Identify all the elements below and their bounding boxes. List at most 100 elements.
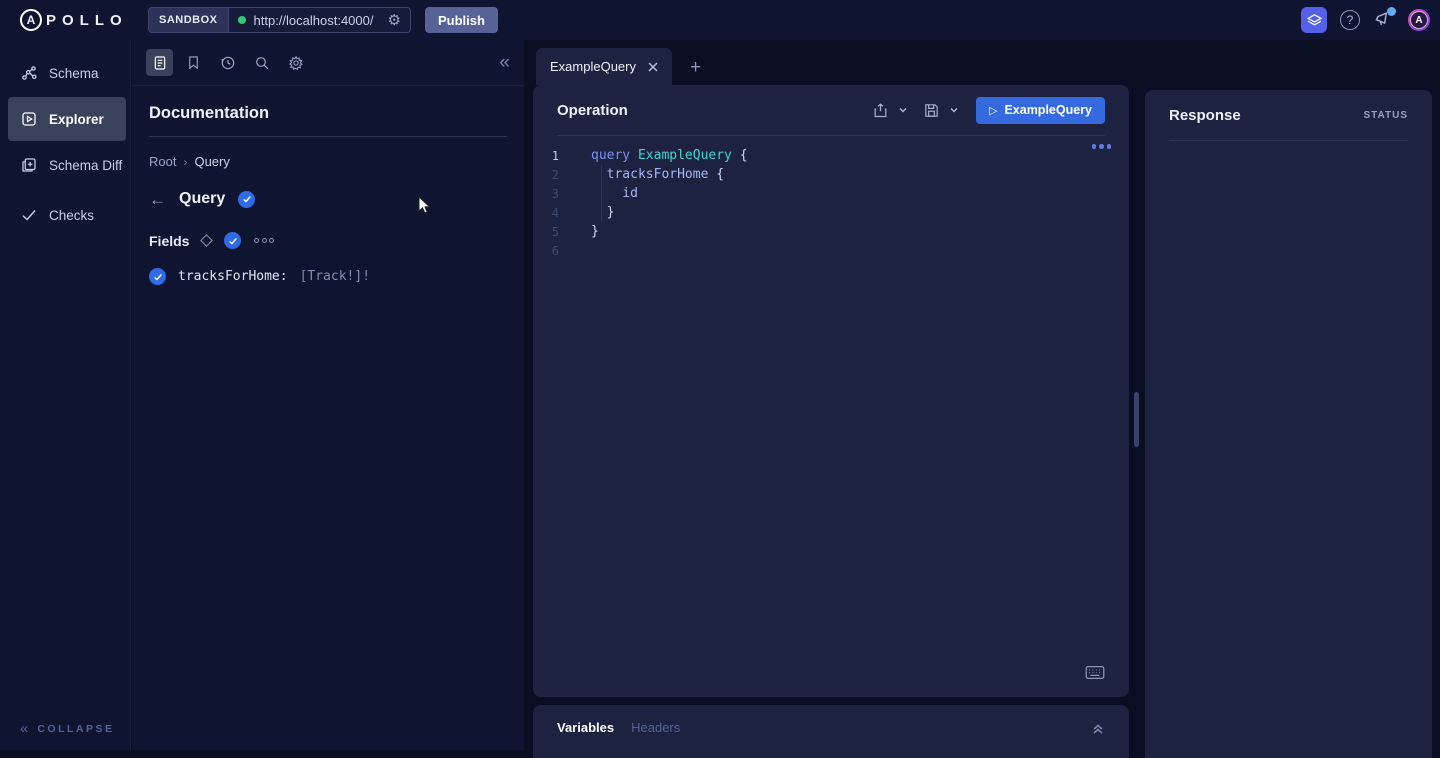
top-bar: A POLLO SANDBOX http://localhost:4000/ ⚙…: [0, 0, 1440, 40]
code-lines: 1query ExampleQuery {2 tracksForHome {3 …: [533, 146, 1129, 260]
type-selected-check[interactable]: [238, 191, 255, 208]
docs-collapse-button[interactable]: «: [499, 53, 510, 72]
panel-resize-handle[interactable]: [1134, 392, 1139, 447]
sidebar-item-schema[interactable]: Schema: [8, 54, 126, 92]
endpoint-url-box[interactable]: http://localhost:4000/ ⚙: [229, 8, 410, 32]
sandbox-cube-icon: [1306, 12, 1323, 29]
explorer-settings-button[interactable]: [282, 49, 309, 76]
share-export-icon: [872, 102, 889, 119]
line-number: 3: [533, 187, 573, 201]
code-line[interactable]: 2 tracksForHome {: [533, 165, 1129, 184]
tab-close-icon[interactable]: [648, 62, 658, 72]
sidebar-collapse-button[interactable]: « COLLAPSE: [0, 721, 130, 736]
double-chevron-up-icon: [1091, 721, 1105, 735]
breadcrumb-separator: ›: [183, 155, 187, 169]
gear-icon: [288, 55, 304, 71]
fields-selected-check[interactable]: [224, 232, 241, 249]
graphql-editor[interactable]: 1query ExampleQuery {2 tracksForHome {3 …: [533, 136, 1129, 260]
save-operation-button[interactable]: [923, 102, 940, 119]
sidebar-item-explorer[interactable]: Explorer: [8, 97, 126, 141]
code-content: }: [591, 224, 599, 239]
sandbox-badge: SANDBOX: [149, 8, 229, 32]
field-selected-check[interactable]: [149, 268, 166, 285]
variables-panel: Variables Headers: [533, 705, 1129, 758]
document-icon: [152, 55, 168, 71]
operation-history-button[interactable]: [214, 49, 241, 76]
history-clock-icon: [220, 55, 236, 71]
editor-options-menu[interactable]: [1092, 144, 1112, 149]
code-line[interactable]: 3 id: [533, 184, 1129, 203]
apollo-logo: A POLLO: [20, 9, 128, 31]
line-number: 5: [533, 225, 573, 239]
status-label: STATUS: [1363, 110, 1408, 121]
notification-dot: [1387, 7, 1396, 16]
announcements-button[interactable]: [1373, 9, 1395, 31]
left-nav-sidebar: Schema Explorer Schema Diff Checks « COL…: [0, 40, 131, 750]
user-avatar[interactable]: A: [1408, 9, 1430, 31]
operation-panel-title: Operation: [557, 102, 628, 119]
share-dropdown-chevron[interactable]: [898, 105, 908, 115]
endpoint-url[interactable]: http://localhost:4000/: [254, 13, 374, 28]
breadcrumb-current: Query: [194, 154, 229, 169]
indent-guide: [601, 165, 602, 222]
share-operation-button[interactable]: [872, 102, 889, 119]
code-content: id: [591, 186, 638, 201]
code-content: query ExampleQuery {: [591, 148, 748, 163]
run-operation-button[interactable]: ▷ ExampleQuery: [976, 97, 1105, 124]
code-line[interactable]: 1query ExampleQuery {: [533, 146, 1129, 165]
apollo-logo-a: A: [20, 9, 42, 31]
publish-button[interactable]: Publish: [425, 7, 498, 33]
sidebar-item-label: Explorer: [49, 112, 104, 127]
keyboard-shortcuts-button[interactable]: [1085, 665, 1105, 685]
play-icon: ▷: [989, 104, 997, 117]
breadcrumb-root[interactable]: Root: [149, 154, 176, 169]
schema-graph-icon: [20, 64, 38, 82]
sidebar-item-label: Checks: [49, 208, 94, 223]
documentation-tab-button[interactable]: [146, 49, 173, 76]
connection-settings-gear-icon[interactable]: ⚙: [388, 13, 401, 28]
line-number: 6: [533, 244, 573, 258]
expand-panel-chevrons[interactable]: [1091, 721, 1105, 735]
saved-operations-button[interactable]: [180, 49, 207, 76]
chevron-down-icon: [949, 105, 959, 115]
field-row-tracksforhome[interactable]: tracksForHome: [Track!]!: [149, 268, 507, 285]
sidebar-item-schema-diff[interactable]: Schema Diff: [8, 146, 126, 184]
search-schema-button[interactable]: [248, 49, 275, 76]
keyboard-icon: [1085, 665, 1105, 680]
field-name[interactable]: tracksForHome:: [178, 269, 288, 284]
connection-status-dot: [238, 16, 246, 24]
search-icon: [254, 55, 270, 71]
code-line[interactable]: 4 }: [533, 203, 1129, 222]
new-tab-button[interactable]: +: [690, 58, 701, 77]
checkmark-icon: [20, 206, 38, 224]
back-arrow-icon[interactable]: ←: [149, 191, 166, 208]
tab-examplequery[interactable]: ExampleQuery: [536, 48, 672, 85]
help-button[interactable]: ?: [1340, 10, 1360, 30]
explorer-play-icon: [20, 110, 38, 128]
tab-headers[interactable]: Headers: [631, 720, 680, 735]
fields-section-label: Fields: [149, 233, 189, 249]
field-type[interactable]: [Track!]!: [300, 269, 370, 284]
collapse-label: COLLAPSE: [37, 723, 114, 735]
tab-label: ExampleQuery: [550, 59, 636, 74]
collapse-chevrons-icon: «: [20, 721, 28, 736]
sidebar-item-checks[interactable]: Checks: [8, 196, 126, 234]
code-line[interactable]: 5}: [533, 222, 1129, 241]
main-area: ExampleQuery + Operation: [524, 40, 1440, 750]
sidebar-item-label: Schema: [49, 66, 99, 81]
divider: [149, 136, 507, 137]
tab-variables[interactable]: Variables: [557, 720, 614, 735]
docs-toolbar: «: [132, 40, 524, 86]
save-dropdown-chevron[interactable]: [949, 105, 959, 115]
divider: [1169, 140, 1408, 141]
studio-sandbox-button[interactable]: [1301, 7, 1327, 33]
code-line[interactable]: 6: [533, 241, 1129, 260]
response-panel-title: Response: [1169, 107, 1241, 124]
apollo-logo-text: POLLO: [46, 12, 128, 29]
operation-panel: Operation: [533, 85, 1129, 697]
expand-fields-diamond-icon[interactable]: [201, 234, 214, 247]
sidebar-item-label: Schema Diff: [49, 158, 122, 173]
line-number: 4: [533, 206, 573, 220]
line-number: 2: [533, 168, 573, 182]
fields-more-options-icon[interactable]: [254, 238, 274, 243]
